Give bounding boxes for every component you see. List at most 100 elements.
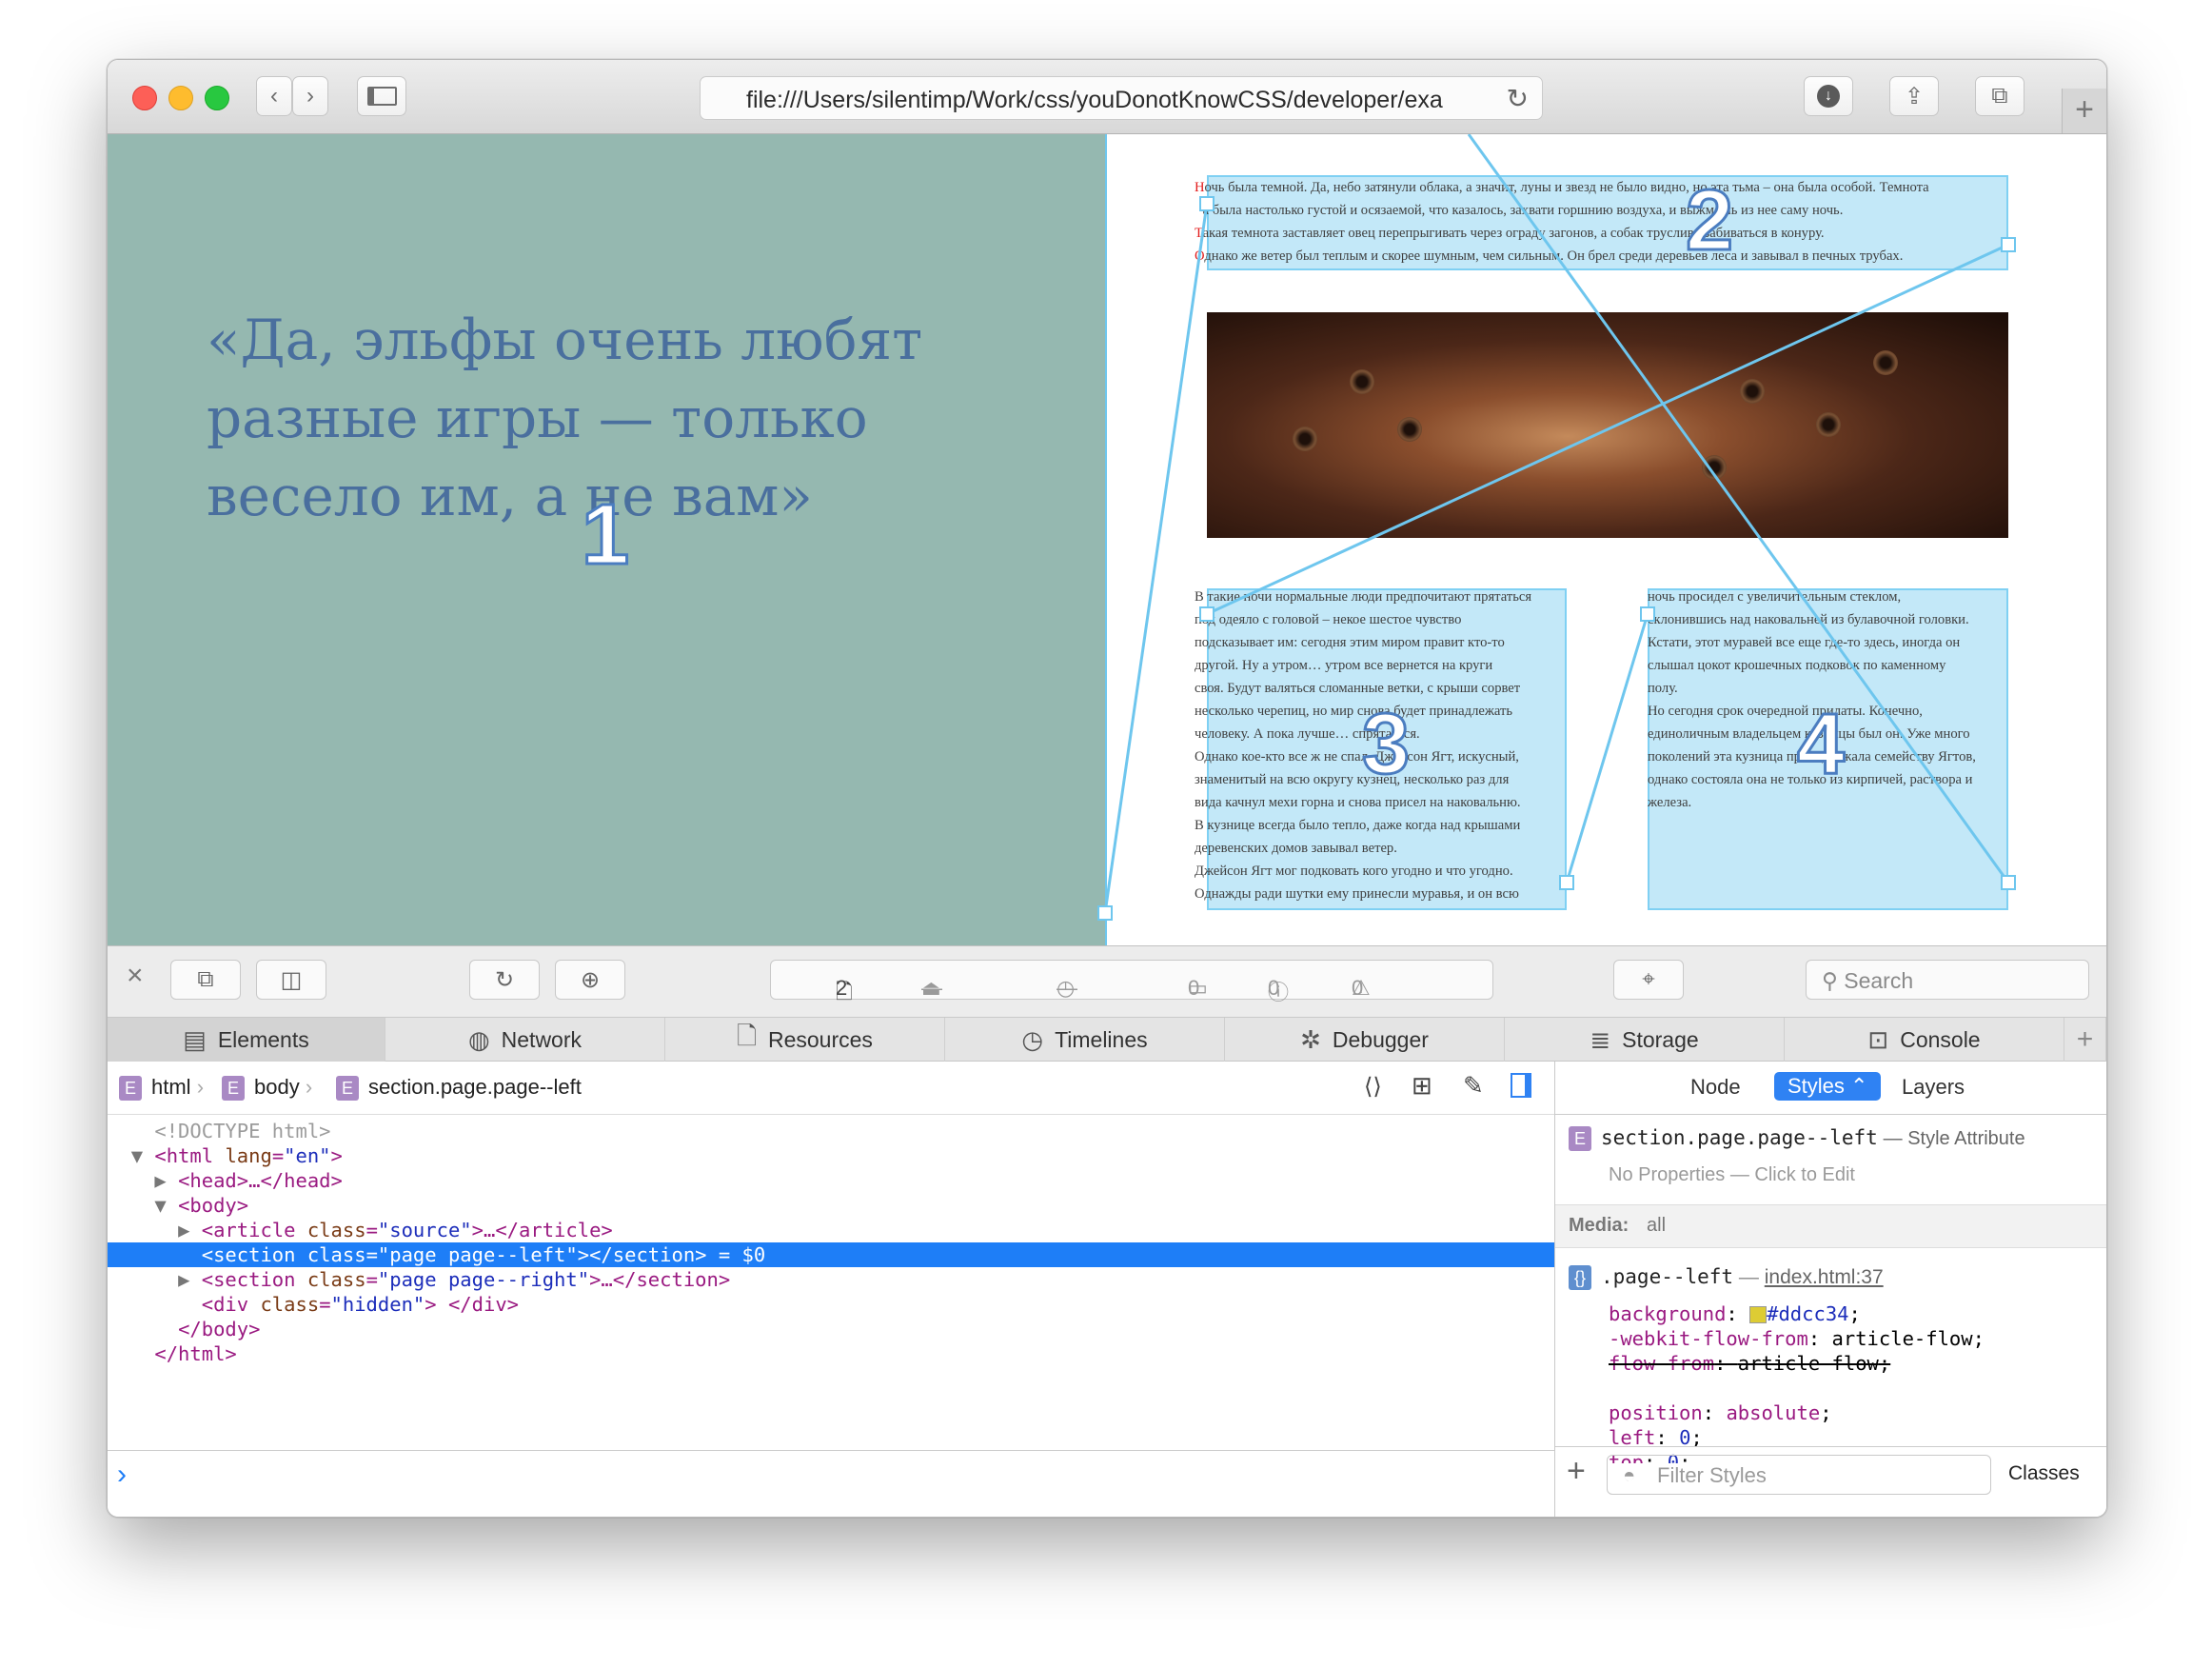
segment-layers[interactable]: Layers: [1902, 1075, 1965, 1100]
download-icon: ↓: [1817, 85, 1840, 108]
region-handle[interactable]: [1199, 606, 1215, 622]
layout-grid-icon[interactable]: ⊞: [1412, 1071, 1432, 1101]
activity-counters[interactable]: 🗋 2 ⏏ — ◷ — ▭ 0 ⓘ 0 ⚠ 0: [770, 960, 1493, 1004]
breadcrumb-body[interactable]: Ebody ›: [222, 1075, 312, 1102]
detach-window-button[interactable]: ⧉: [170, 960, 241, 1000]
dom-node-doctype[interactable]: <!DOCTYPE html>: [108, 1119, 1554, 1143]
element-badge-icon: E: [336, 1076, 359, 1102]
dock-side-button[interactable]: ◫: [256, 960, 326, 1000]
network-icon: ◍: [467, 1024, 490, 1054]
reload-icon: ↻: [494, 966, 515, 993]
tab-timelines[interactable]: ◷ Timelines: [945, 1018, 1225, 1062]
share-button[interactable]: ⇪: [1889, 76, 1939, 116]
dom-tree-panel: Ehtml › Ebody › Esection.page.page--left…: [108, 1062, 1554, 1517]
rule-source-link[interactable]: index.html:37: [1765, 1266, 1884, 1288]
dom-node-div-hidden[interactable]: <div class="hidden"> </div>: [108, 1292, 1554, 1317]
region-handle[interactable]: [1097, 905, 1113, 921]
css-prop-background[interactable]: background: #ddcc34;: [1609, 1301, 1985, 1326]
disclosure-closed-icon: ▶: [178, 1219, 190, 1241]
region-handle[interactable]: [1559, 875, 1574, 890]
dom-node-section-right[interactable]: ▶ <section class="page page--right">…</s…: [108, 1267, 1554, 1292]
paint-brush-icon[interactable]: ✎: [1463, 1071, 1484, 1101]
dock-side-icon: ◫: [280, 966, 303, 993]
element-badge-icon: E: [119, 1076, 142, 1102]
back-button[interactable]: ‹: [256, 76, 292, 116]
classes-toggle[interactable]: Classes: [2008, 1462, 2080, 1485]
dom-node-body[interactable]: ▼ <body>: [108, 1193, 1554, 1218]
breadcrumb-html[interactable]: Ehtml ›: [119, 1075, 204, 1102]
dom-node-html-close[interactable]: </html>: [108, 1341, 1554, 1366]
css-prop-webkit-flow-from[interactable]: -webkit-flow-from: article-flow;: [1609, 1326, 1985, 1351]
region-handle[interactable]: [1640, 606, 1655, 622]
timelines-icon: ◷: [1021, 1024, 1044, 1054]
element-badge-icon: E: [222, 1076, 245, 1102]
css-prop-position[interactable]: position: absolute;: [1609, 1400, 1985, 1425]
css-declarations: background: #ddcc34; -webkit-flow-from: …: [1609, 1301, 1985, 1463]
region-flow-lines: [1103, 134, 2010, 914]
show-shadow-dom-icon[interactable]: ⟨⟩: [1364, 1073, 1382, 1101]
reload-page-button[interactable]: ↻: [469, 960, 540, 1000]
inspector-search[interactable]: ⚲ Search: [1806, 960, 2089, 1000]
address-bar[interactable]: file:///Users/silentimp/Work/css/youDono…: [700, 76, 1543, 120]
tab-storage[interactable]: ≣ Storage: [1505, 1018, 1785, 1062]
download-icon: ⊕: [580, 966, 601, 993]
show-tabs-button[interactable]: ⧉: [1975, 76, 2024, 116]
crosshair-icon: ⌖: [1642, 966, 1655, 992]
download-archive-button[interactable]: ⊕: [555, 960, 625, 1000]
segment-node[interactable]: Node: [1690, 1075, 1741, 1100]
dom-node-html[interactable]: ▼ <html lang="en">: [108, 1143, 1554, 1168]
resources-icon: 🗋: [737, 1022, 757, 1050]
dom-node-head[interactable]: ▶ <head>…</head>: [108, 1168, 1554, 1193]
chevron-left-icon: ‹: [270, 83, 278, 109]
close-inspector-icon[interactable]: ×: [127, 960, 144, 992]
tab-network[interactable]: ◍ Network: [385, 1018, 665, 1062]
tab-debugger[interactable]: ✲ Debugger: [1225, 1018, 1505, 1062]
add-rule-icon[interactable]: +: [1567, 1453, 1586, 1490]
tab-elements[interactable]: ▤ Elements: [108, 1018, 385, 1062]
disclosure-open-icon: ▼: [130, 1144, 144, 1167]
css-prop-flow-from[interactable]: flow-from: article-flow;: [1609, 1351, 1985, 1376]
region-handle[interactable]: [1199, 196, 1215, 211]
segment-styles[interactable]: Styles ⌃: [1774, 1072, 1882, 1101]
sidebar-segmented-control: Node Styles ⌃ Layers: [1555, 1062, 2106, 1115]
web-page-viewport: «Да, эльфы очень любят разные игры — тол…: [108, 134, 2106, 945]
toggle-sidebar-icon[interactable]: [1511, 1073, 1531, 1098]
style-attribute-rule: Esection.page.page--left — Style Attribu…: [1569, 1126, 2102, 1152]
inspect-element-button[interactable]: ⌖: [1613, 960, 1684, 1000]
tabs-icon: ⧉: [1991, 83, 2008, 109]
disclosure-closed-icon: ▶: [154, 1169, 167, 1192]
flow-line: [1206, 243, 2009, 616]
minimize-window-button[interactable]: [168, 86, 193, 110]
close-window-button[interactable]: [132, 86, 157, 110]
filter-styles-input[interactable]: ◓ Filter Styles: [1607, 1455, 1991, 1495]
inspector-tabs: ▤ Elements ◍ Network 🗋 Resources ◷ Timelines…: [108, 1018, 2106, 1062]
css-rule-icon: {}: [1569, 1265, 1591, 1291]
console-prompt[interactable]: ›: [108, 1450, 1554, 1517]
title-bar: ‹ › file:///Users/silentimp/Work/css/you…: [108, 60, 2106, 134]
media-header: Media: all: [1555, 1204, 2106, 1248]
tab-resources[interactable]: 🗋 Resources: [665, 1018, 945, 1062]
downloads-button[interactable]: ↓: [1804, 76, 1853, 116]
zoom-window-button[interactable]: [205, 86, 229, 110]
add-tab-button[interactable]: +: [2064, 1018, 2106, 1062]
breadcrumb-section[interactable]: Esection.page.page--left: [336, 1075, 582, 1102]
chevron-right-icon: ›: [306, 83, 314, 109]
dom-node-section-left-selected[interactable]: <section class="page page--left"></secti…: [108, 1242, 1554, 1267]
chevron-right-icon: ›: [117, 1459, 127, 1490]
browser-window: ‹ › file:///Users/silentimp/Work/css/you…: [107, 59, 2107, 1518]
color-swatch[interactable]: [1749, 1306, 1768, 1323]
dom-node-body-close[interactable]: </body>: [108, 1317, 1554, 1341]
no-properties-hint[interactable]: No Properties — Click to Edit: [1609, 1164, 1855, 1186]
sidebar-toggle-button[interactable]: [357, 76, 406, 116]
flow-line: [1103, 203, 1209, 914]
new-tab-button[interactable]: +: [2062, 89, 2106, 133]
breadcrumb: Ehtml › Ebody › Esection.page.page--left…: [108, 1062, 1554, 1115]
region-handle[interactable]: [2001, 237, 2016, 252]
tab-console[interactable]: ⊡ Console: [1785, 1018, 2064, 1062]
dom-node-article[interactable]: ▶ <article class="source">…</article>: [108, 1218, 1554, 1242]
region-handle[interactable]: [2001, 875, 2016, 890]
forward-button[interactable]: ›: [292, 76, 328, 116]
inspector-toolbar: × ⧉ ◫ ↻ ⊕ 🗋 2 ⏏ — ◷ — ▭ 0 ⓘ 0 ⚠ 0 ⌖ ⚲ Se…: [108, 945, 2106, 1018]
styles-filter-bar: + ◓ Filter Styles Classes: [1555, 1446, 2106, 1517]
reload-icon[interactable]: ↻: [1507, 83, 1529, 114]
